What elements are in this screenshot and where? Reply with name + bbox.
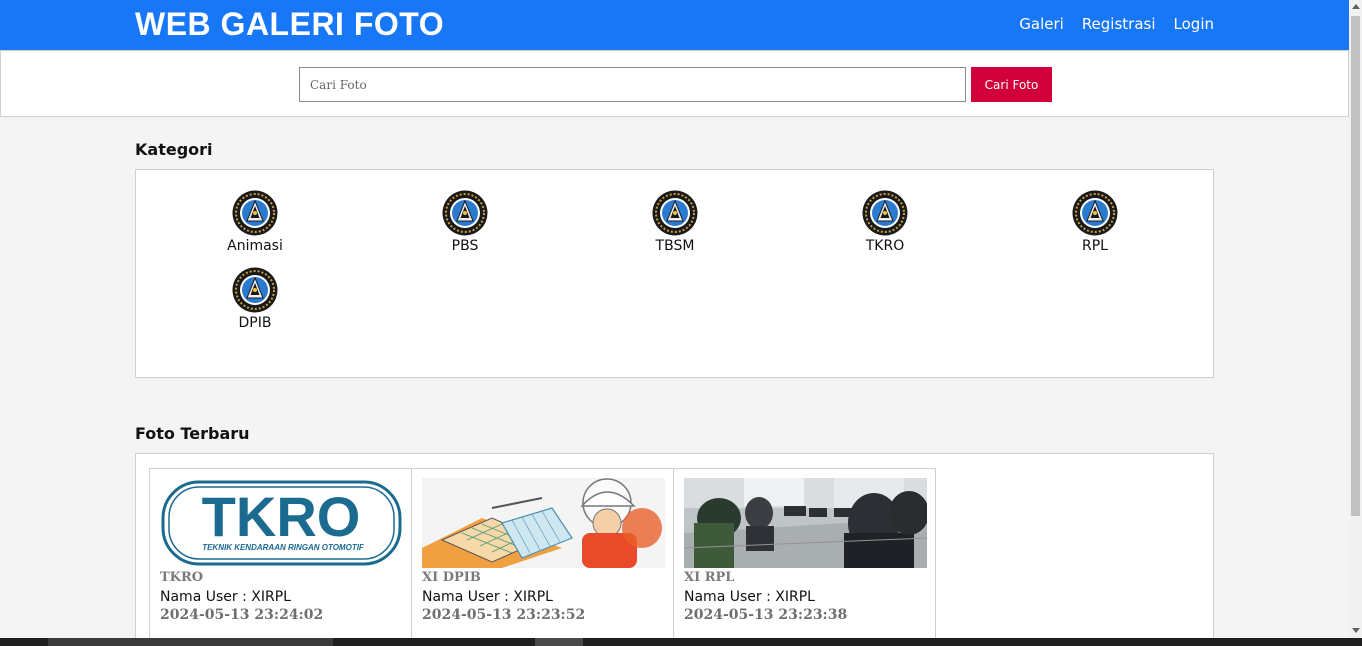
- photo-user: Nama User : XIRPL: [684, 589, 815, 605]
- scroll-down-arrow-icon[interactable]: [1352, 628, 1360, 633]
- photo-date: 2024-05-13 23:24:02: [160, 607, 324, 623]
- category-label: Animasi: [227, 238, 283, 254]
- taskbar-item[interactable]: [48, 638, 333, 646]
- school-logo-icon: [862, 190, 908, 236]
- school-logo-icon: [652, 190, 698, 236]
- photo-user: Nama User : XIRPL: [422, 589, 553, 605]
- category-item-dpib[interactable]: DPIB: [150, 267, 360, 331]
- kategori-title: Kategori: [135, 140, 213, 159]
- school-logo-icon: [232, 267, 278, 313]
- search-input[interactable]: [299, 67, 966, 102]
- kategori-grid: Animasi PBS TBSM TKRO RPL DPIB: [150, 190, 1200, 331]
- photo-date: 2024-05-13 23:23:38: [684, 607, 848, 623]
- photo-card[interactable]: TKRO TEKNIK KENDARAAN RINGAN OTOMOTIF TK…: [149, 468, 412, 646]
- photo-card[interactable]: XI RPL Nama User : XIRPL 2024-05-13 23:2…: [673, 468, 936, 646]
- school-logo-icon: [232, 190, 278, 236]
- nav-menu: Galeri Registrasi Login: [1019, 15, 1214, 33]
- scroll-up-arrow-icon[interactable]: [1352, 4, 1360, 9]
- category-label: RPL: [1082, 238, 1108, 254]
- category-item-pbs[interactable]: PBS: [360, 190, 570, 254]
- search-bar: Cari Foto: [0, 50, 1349, 117]
- nav-link-registrasi[interactable]: Registrasi: [1082, 15, 1156, 33]
- category-item-rpl[interactable]: RPL: [990, 190, 1200, 254]
- nav-link-galeri[interactable]: Galeri: [1019, 15, 1064, 33]
- foto-terbaru-title: Foto Terbaru: [135, 424, 250, 443]
- school-logo-icon: [442, 190, 488, 236]
- category-item-tkro[interactable]: TKRO: [780, 190, 990, 254]
- photo-card-list: TKRO TEKNIK KENDARAAN RINGAN OTOMOTIF TK…: [149, 468, 936, 646]
- os-taskbar: [0, 638, 1362, 646]
- photo-thumbnail-tkro: TKRO TEKNIK KENDARAAN RINGAN OTOMOTIF: [160, 478, 403, 568]
- category-label: DPIB: [238, 315, 272, 331]
- category-label: TKRO: [865, 238, 905, 254]
- category-item-tbsm[interactable]: TBSM: [570, 190, 780, 254]
- photo-title: TKRO: [160, 570, 204, 585]
- top-navbar: WEB GALERI FOTO Galeri Registrasi Login: [0, 0, 1349, 50]
- photo-thumbnail-dpib: [422, 478, 665, 568]
- taskbar-item[interactable]: [535, 638, 583, 646]
- search-button[interactable]: Cari Foto: [971, 67, 1052, 102]
- school-logo-icon: [1072, 190, 1118, 236]
- category-item-animasi[interactable]: Animasi: [150, 190, 360, 254]
- tkro-logo-subtext: TEKNIK KENDARAAN RINGAN OTOMOTIF: [202, 543, 365, 552]
- site-brand[interactable]: WEB GALERI FOTO: [135, 6, 444, 43]
- scrollbar-thumb[interactable]: [1351, 16, 1360, 516]
- photo-title: XI DPIB: [422, 570, 481, 585]
- category-label: TBSM: [655, 238, 695, 254]
- photo-user: Nama User : XIRPL: [160, 589, 291, 605]
- tkro-logo-text: TKRO: [202, 485, 361, 548]
- kategori-panel: Animasi PBS TBSM TKRO RPL DPIB: [135, 169, 1214, 378]
- page-scrollbar[interactable]: [1349, 0, 1362, 638]
- nav-link-login[interactable]: Login: [1174, 15, 1214, 33]
- category-label: PBS: [451, 238, 479, 254]
- foto-terbaru-panel: TKRO TEKNIK KENDARAAN RINGAN OTOMOTIF TK…: [135, 453, 1214, 646]
- photo-thumbnail-rpl: [684, 478, 927, 568]
- photo-card[interactable]: XI DPIB Nama User : XIRPL 2024-05-13 23:…: [411, 468, 674, 646]
- photo-title: XI RPL: [684, 570, 735, 585]
- photo-date: 2024-05-13 23:23:52: [422, 607, 586, 623]
